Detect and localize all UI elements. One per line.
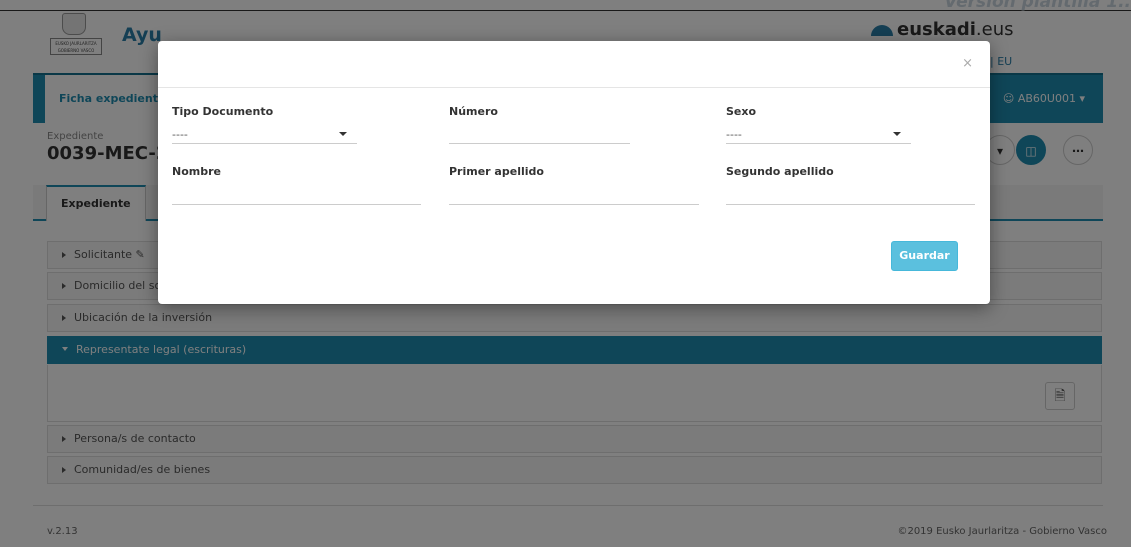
nombre-field: Nombre xyxy=(172,165,421,207)
tipo-documento-select[interactable]: ---- xyxy=(172,126,357,144)
field-label: Número xyxy=(449,105,498,118)
select-value: ---- xyxy=(172,128,188,141)
field-label: Sexo xyxy=(726,105,757,118)
nombre-input[interactable] xyxy=(172,187,421,205)
field-label: Nombre xyxy=(172,165,221,178)
chevron-down-icon xyxy=(339,132,347,136)
primer-apellido-input[interactable] xyxy=(449,187,699,205)
select-value: ---- xyxy=(726,128,742,141)
numero-input[interactable] xyxy=(449,126,630,144)
field-label: Segundo apellido xyxy=(726,165,834,178)
sexo-select[interactable]: ---- xyxy=(726,126,911,144)
guardar-button[interactable]: Guardar xyxy=(891,241,958,271)
sexo-field: Sexo ---- xyxy=(726,105,911,145)
field-label: Primer apellido xyxy=(449,165,544,178)
persona-modal: × Tipo Documento ---- Número Sexo ---- N… xyxy=(158,41,990,304)
tipo-documento-field: Tipo Documento ---- xyxy=(172,105,357,145)
segundo-apellido-field: Segundo apellido xyxy=(726,165,975,207)
numero-field: Número xyxy=(449,105,630,145)
modal-header: × xyxy=(158,41,990,88)
chevron-down-icon xyxy=(893,132,901,136)
close-icon[interactable]: × xyxy=(962,56,973,71)
primer-apellido-field: Primer apellido xyxy=(449,165,699,207)
field-label: Tipo Documento xyxy=(172,105,274,118)
segundo-apellido-input[interactable] xyxy=(726,187,975,205)
